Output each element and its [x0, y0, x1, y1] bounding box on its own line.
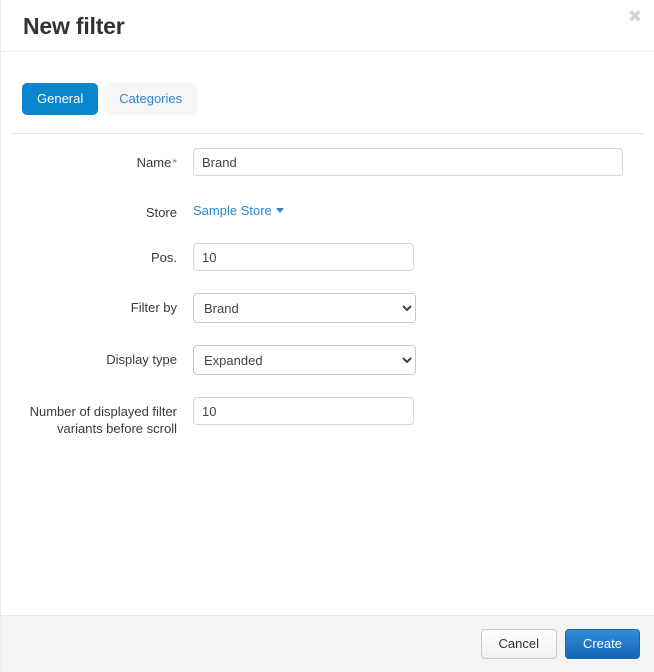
tabs-container: General Categories	[1, 52, 654, 134]
store-selector[interactable]: Sample Store	[193, 198, 284, 218]
form-row-variants: Number of displayed filter variants befor…	[1, 397, 654, 437]
name-label-text: Name	[136, 155, 172, 170]
new-filter-modal: New filter ✖ General Categories Name* St…	[0, 0, 654, 672]
form-row-name: Name*	[1, 148, 654, 176]
name-field-area	[177, 148, 654, 176]
display-type-select[interactable]: Expanded	[193, 345, 416, 375]
tab-general[interactable]: General	[22, 83, 99, 115]
pos-field-area	[177, 243, 654, 271]
filter-by-select[interactable]: Brand	[193, 293, 416, 323]
chevron-down-icon	[275, 208, 284, 213]
form-row-store: Store Sample Store	[1, 198, 654, 221]
filter-by-label: Filter by	[130, 300, 177, 315]
variants-label-line1: Number of displayed filter	[29, 404, 177, 419]
store-field-area: Sample Store	[177, 198, 654, 218]
display-type-field-area: Expanded	[177, 345, 654, 375]
store-label: Store	[145, 205, 177, 220]
tab-list: General Categories	[22, 83, 654, 115]
store-selector-label: Sample Store	[193, 203, 272, 218]
modal-header: New filter ✖	[1, 0, 654, 52]
filter-by-field-area: Brand	[177, 293, 654, 323]
form-row-display-type: Display type Expanded	[1, 345, 654, 375]
cancel-button[interactable]: Cancel	[480, 629, 557, 659]
variants-input[interactable]	[193, 397, 414, 425]
name-input[interactable]	[193, 148, 623, 176]
name-label: Name*	[1, 148, 177, 172]
variants-label-line2: variants before scroll	[57, 421, 177, 436]
tab-categories[interactable]: Categories	[104, 83, 198, 115]
form-row-pos: Pos.	[1, 243, 654, 271]
modal-body: Name* Store Sample Store Pos. Filter by …	[1, 134, 654, 615]
form-row-filter-by: Filter by Brand	[1, 293, 654, 323]
display-type-label: Display type	[106, 352, 177, 367]
create-button[interactable]: Create	[564, 629, 640, 659]
pos-input[interactable]	[193, 243, 414, 271]
pos-label: Pos.	[150, 250, 177, 265]
variants-field-area	[177, 397, 654, 425]
page-title: New filter	[23, 13, 125, 39]
variants-label: Number of displayed filter variants befor…	[1, 397, 177, 437]
close-icon[interactable]: ✖	[625, 7, 645, 27]
modal-footer: Cancel Create	[1, 615, 654, 672]
